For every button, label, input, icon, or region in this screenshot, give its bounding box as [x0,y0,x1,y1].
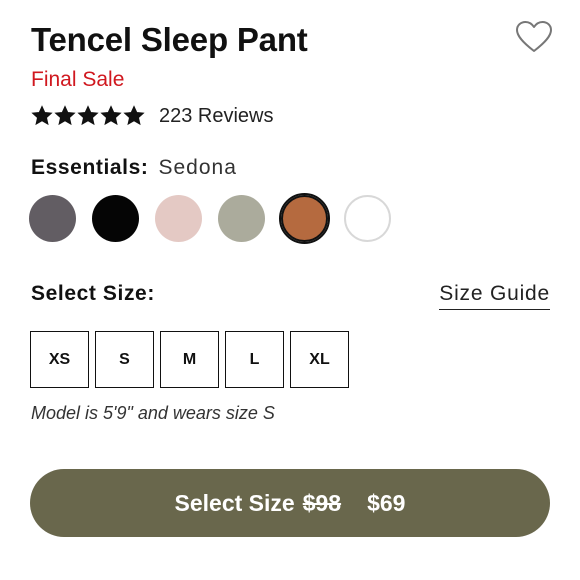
cta-label: Select Size [174,489,295,516]
color-swatches [29,193,391,244]
collection-label: Essentials: [31,156,149,179]
final-sale-label: Final Sale [31,68,125,91]
star-icon [123,105,145,126]
size-option-l[interactable]: L [225,331,284,388]
color-swatch[interactable] [29,195,76,242]
selected-color-name: Sedona [158,156,237,179]
size-options: XS S M L XL [30,331,349,388]
star-rating [31,105,145,127]
select-size-button[interactable]: Select Size $98 $69 [30,469,550,537]
star-icon [77,105,99,126]
size-option-xs[interactable]: XS [30,331,89,388]
select-size-label: Select Size: [31,282,155,305]
rating-summary[interactable]: 223 Reviews [31,101,274,131]
model-size-note: Model is 5'9" and wears size S [31,403,275,423]
star-icon [100,105,122,126]
favorite-button[interactable] [515,20,553,54]
color-swatch[interactable] [344,195,391,242]
color-swatch[interactable] [92,195,139,242]
color-swatch[interactable] [279,193,330,244]
color-selection-label: Essentials: Sedona [31,154,237,182]
star-icon [31,105,53,126]
size-guide-link[interactable]: Size Guide [439,280,550,310]
product-title: Tencel Sleep Pant [31,21,308,58]
star-icon [54,105,76,126]
color-swatch[interactable] [155,195,202,242]
size-option-xl[interactable]: XL [290,331,349,388]
heart-outline-icon [516,21,552,52]
reviews-count[interactable]: 223 Reviews [159,105,274,128]
size-option-m[interactable]: M [160,331,219,388]
original-price: $98 [302,489,342,516]
sale-price: $69 [367,489,406,516]
size-option-s[interactable]: S [95,331,154,388]
color-swatch[interactable] [218,195,265,242]
